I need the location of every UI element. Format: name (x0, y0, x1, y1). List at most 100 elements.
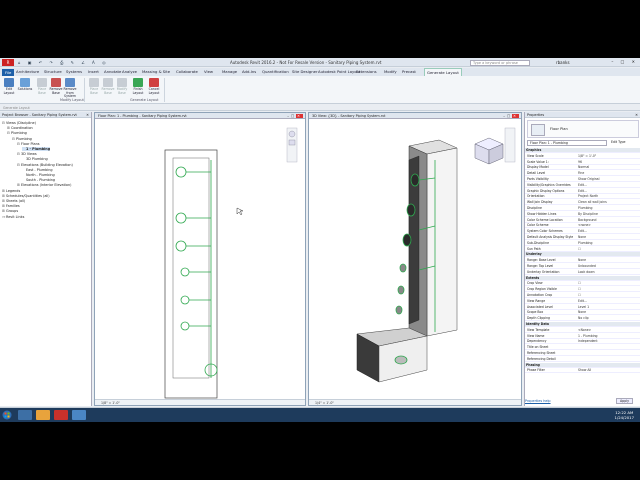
property-group-header[interactable]: Underlay (525, 252, 640, 258)
tab-autodesk-point-layout[interactable]: Autodesk Point Layout (318, 69, 361, 74)
view-scale[interactable]: 1/8" = 1'-0" (101, 401, 120, 405)
sink-fixture[interactable] (180, 321, 190, 331)
property-row[interactable]: Referencing Sheet (525, 351, 640, 356)
tree-item[interactable]: ⊟Views (Discipline) (2, 121, 36, 125)
property-row[interactable]: Depth Clipping No clip (525, 316, 640, 322)
floor-plan-view[interactable]: Floor Plan: 1 - Plumbing - Sanitary Pipi… (94, 112, 306, 406)
property-value[interactable]: Project North (578, 194, 628, 198)
tree-item[interactable]: ⊟Plumbing (12, 137, 32, 141)
tree-item[interactable]: ⊞Elevations (Interior Elevation) (17, 183, 71, 187)
tree-item[interactable]: ⊟Floor Plans (17, 142, 40, 146)
property-row[interactable]: Display Model Normal (525, 165, 640, 171)
tab-file[interactable]: File (2, 68, 15, 76)
tree-item[interactable]: ⊞Groups (2, 209, 18, 213)
edit-layout-button[interactable]: Edit Layout (1, 78, 17, 95)
property-value[interactable]: Look down (578, 270, 628, 274)
property-value[interactable]: None (578, 235, 628, 239)
close-icon[interactable]: ✕ (635, 112, 638, 118)
property-row[interactable]: Dependency Independent (525, 339, 640, 345)
tab-manage[interactable]: Manage (222, 69, 237, 74)
property-group-header[interactable]: Identity Data (525, 322, 640, 327)
steering-wheel-icon[interactable] (288, 130, 296, 138)
tree-item[interactable]: South - Plumbing (22, 178, 55, 182)
window-controls[interactable]: – □ ✕ (611, 59, 638, 64)
property-row[interactable]: Range: Top Level Unbounded (525, 264, 640, 269)
property-value[interactable]: Clean all wall joins (578, 200, 628, 204)
property-value[interactable]: 96 (578, 160, 628, 164)
tree-item[interactable]: 1 - Plumbing (22, 147, 51, 151)
tab-analyze[interactable]: Analyze (122, 69, 137, 74)
tree-item[interactable]: ⊟3D Views (17, 152, 37, 156)
tree-item[interactable]: ⊞Schedules/Quantities (all) (2, 194, 50, 198)
floor-plan-drawing[interactable] (95, 120, 305, 400)
close-icon[interactable]: ✕ (86, 112, 89, 118)
property-row[interactable]: Associated Level Level 1 (525, 305, 640, 310)
tree-item[interactable]: ⊶Revit Links (2, 215, 24, 219)
property-value[interactable]: Edit... (578, 183, 628, 187)
cancel-layout-button[interactable]: Cancel Layout (146, 78, 162, 95)
taskbar-app-icon[interactable] (72, 410, 86, 420)
property-value[interactable]: Show Original (578, 177, 628, 181)
tree-item[interactable]: East - Plumbing (22, 168, 53, 172)
property-value[interactable]: Normal (578, 165, 628, 169)
property-value[interactable]: Edit... (578, 299, 628, 303)
property-value[interactable]: Edit... (578, 189, 628, 193)
windows-start-icon[interactable] (2, 410, 12, 420)
property-row[interactable]: View Name 1 - Plumbing (525, 334, 640, 339)
property-value[interactable]: By Discipline (578, 212, 628, 216)
property-row[interactable]: Orientation Project North (525, 194, 640, 200)
tab-site-designer[interactable]: Site Designer (292, 69, 318, 74)
property-row[interactable]: Visibility/Graphics Overrides Edit... (525, 183, 640, 188)
property-row[interactable]: Crop View ☐ (525, 281, 640, 287)
tab-massing-site[interactable]: Massing & Site (142, 69, 170, 74)
tree-item[interactable]: 3D Plumbing (22, 157, 48, 161)
tab-modify[interactable]: Modify (384, 69, 397, 74)
tab-generate-layout[interactable]: Generate Layout (424, 68, 462, 76)
quick-access-toolbar[interactable]: ⌂ ▣ ↶ ↷ ⎙ ✎ ∠ A ◎ (18, 60, 109, 65)
property-row[interactable]: Default Analysis Display Style None (525, 235, 640, 240)
apply-button[interactable]: Apply (616, 398, 633, 404)
property-row[interactable]: Range: Base Level None (525, 258, 640, 264)
property-value[interactable]: ☐ (578, 281, 628, 285)
property-row[interactable]: Phase Filter Show All (525, 368, 640, 374)
app-menu-button[interactable]: R (2, 59, 14, 66)
property-value[interactable]: ☐ (578, 287, 628, 291)
properties-help-link[interactable]: Properties help (525, 399, 551, 403)
property-row[interactable]: Color Scheme <none> (525, 223, 640, 229)
view-control-bar[interactable]: 1/8" = 1'-0" (95, 399, 305, 405)
property-value[interactable]: 1/8" = 1'-0" (578, 154, 628, 158)
tab-add-ins[interactable]: Add-Ins (242, 69, 256, 74)
view-window-controls[interactable]: –□✕ (287, 113, 303, 119)
property-value[interactable]: None (578, 258, 628, 262)
property-row[interactable]: Annotation Crop ☐ (525, 293, 640, 298)
edit-type-button[interactable]: Edit Type (611, 140, 639, 146)
property-value[interactable]: Show All (578, 368, 628, 372)
property-value[interactable]: Fine (578, 171, 628, 175)
property-value[interactable]: Background (578, 218, 628, 222)
finish-layout-button[interactable]: Finish Layout (130, 78, 146, 95)
tree-item[interactable]: ⊞Sheets (all) (2, 199, 25, 203)
property-group-header[interactable]: Graphics (525, 148, 640, 153)
property-group-header[interactable]: Phasing (525, 362, 640, 368)
property-value[interactable]: <None> (578, 328, 628, 332)
property-row[interactable]: View Range Edit... (525, 299, 640, 304)
property-value[interactable]: Level 1 (578, 305, 628, 309)
property-row[interactable]: View Template <None> (525, 328, 640, 333)
tree-item[interactable]: ⊟Elevations (Building Elevation) (17, 163, 73, 167)
sink-fixture[interactable] (180, 267, 190, 277)
property-row[interactable]: Scope Box None (525, 310, 640, 316)
taskbar-clock[interactable]: 12:22 AM 1/24/2017 (615, 410, 634, 420)
property-row[interactable]: Crop Region Visible ☐ (525, 287, 640, 293)
tab-insert[interactable]: Insert (88, 69, 99, 74)
property-row[interactable]: Sun Path ☐ (525, 247, 640, 252)
property-row[interactable]: Wall Join Display Clean all wall joins (525, 200, 640, 206)
user-name[interactable]: rbanks (556, 60, 570, 65)
property-row[interactable]: Underlay Orientation Look down (525, 270, 640, 275)
three-d-drawing[interactable] (309, 120, 521, 400)
tree-item[interactable]: ⊞Legends (2, 189, 20, 193)
property-row[interactable]: Discipline Plumbing (525, 206, 640, 211)
tree-item[interactable]: North - Plumbing (22, 173, 55, 177)
property-value[interactable]: Unbounded (578, 264, 628, 268)
property-value[interactable]: ☐ (578, 247, 628, 251)
tab-precast[interactable]: Precast (402, 69, 416, 74)
